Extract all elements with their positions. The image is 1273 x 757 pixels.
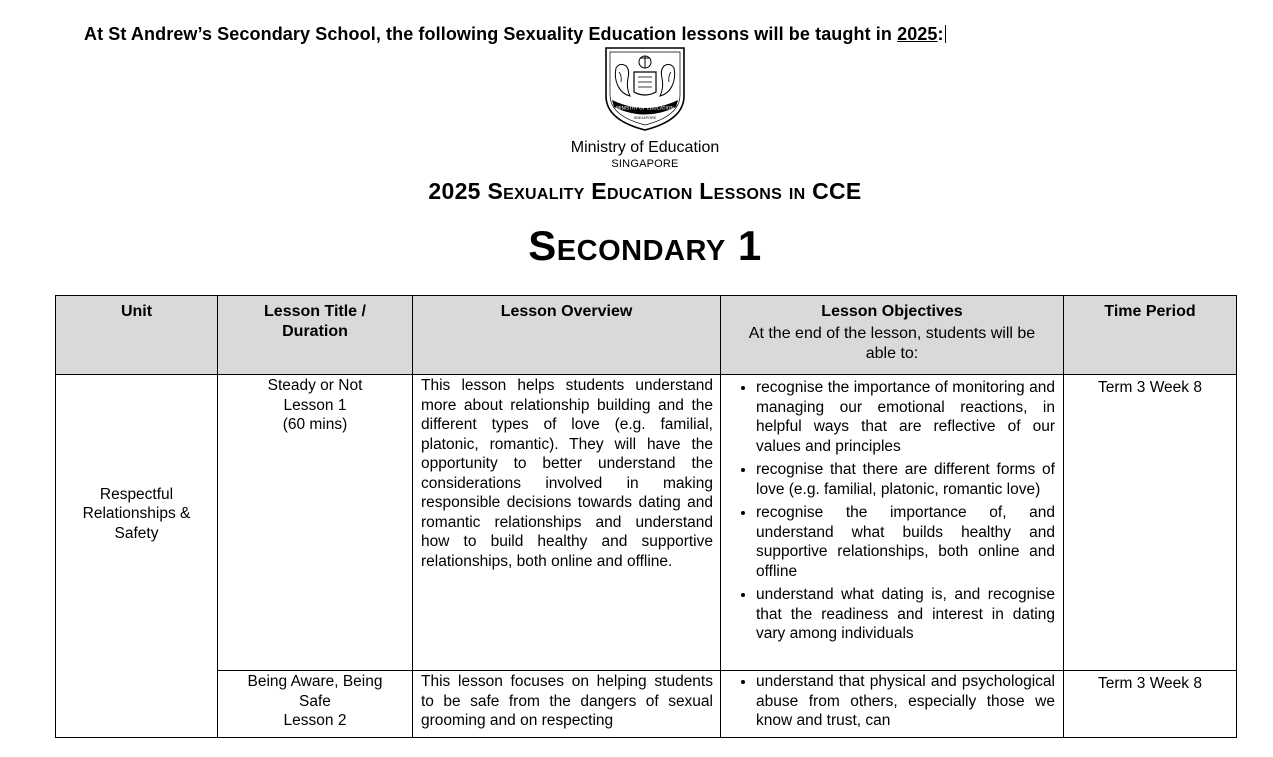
- unit-cell: Respectful Relationships & Safety: [55, 374, 218, 738]
- lesson-title-cell: Being Aware, Being Safe Lesson 2: [217, 670, 413, 738]
- lesson-objectives-cell: recognise the importance of monitoring a…: [720, 374, 1064, 671]
- level-title: Secondary 1: [528, 222, 762, 269]
- document-title: 2025 Sexuality Education Lessons in CCE: [428, 178, 862, 204]
- crest-country: SINGAPORE: [634, 115, 657, 120]
- objective-item: understand that physical and psychologic…: [756, 672, 1055, 731]
- header-objectives-sub: At the end of the lesson, students will …: [748, 325, 1036, 362]
- lesson-duration-line: (60 mins): [282, 416, 348, 433]
- time-period-cell: Term 3 Week 8: [1063, 670, 1237, 738]
- table-row: Being Aware, Being Safe Lesson 2 This le…: [56, 670, 1237, 738]
- intro-statement: At St Andrew’s Secondary School, the fol…: [84, 24, 946, 45]
- header-objectives: Lesson Objectives At the end of the lesso…: [720, 295, 1064, 375]
- ministry-crest-logo: MINISTRY OF EDUCATION SINGAPORE: [605, 47, 685, 131]
- header-lesson-title: Lesson Title / Duration: [217, 295, 413, 375]
- lesson-overview-cell: This lesson focuses on helping students …: [412, 670, 721, 738]
- objective-item: recognise the importance of, and underst…: [756, 503, 1055, 581]
- table-row: Respectful Relationships & Safety Steady…: [55, 374, 1237, 738]
- intro-suffix: :: [937, 24, 944, 44]
- text-caret: [944, 25, 946, 43]
- unit-label: Respectful Relationships & Safety: [82, 485, 191, 542]
- crest-motto: MINISTRY OF EDUCATION: [616, 106, 674, 112]
- objectives-list: understand that physical and psychologic…: [721, 671, 1063, 731]
- ministry-country: SINGAPORE: [611, 158, 679, 170]
- time-period-cell: Term 3 Week 8: [1063, 374, 1237, 671]
- objective-item: understand what dating is, and recognise…: [756, 585, 1055, 644]
- intro-prefix: At St Andrew’s Secondary School, the fol…: [84, 24, 898, 44]
- table-header-row: Unit Lesson Title / Duration Lesson Over…: [55, 295, 1237, 375]
- lesson-overview-text: This lesson focuses on helping students …: [421, 673, 713, 729]
- intro-year: 2025: [897, 24, 938, 44]
- lesson-number-line: Lesson 2: [283, 712, 347, 729]
- lesson-title-line: Being Aware, Being Safe: [247, 673, 383, 710]
- lesson-title-cell: Steady or Not Lesson 1 (60 mins): [217, 374, 413, 671]
- lesson-objectives-cell: understand that physical and psychologic…: [720, 670, 1064, 738]
- objective-item: recognise that there are different forms…: [756, 460, 1055, 499]
- header-time-period: Time Period: [1063, 295, 1237, 375]
- lesson-number-line: Lesson 1: [283, 396, 347, 414]
- objective-item: recognise the importance of monitoring a…: [756, 378, 1055, 456]
- header-overview: Lesson Overview: [412, 295, 721, 375]
- objectives-list: recognise the importance of monitoring a…: [721, 375, 1063, 644]
- lessons-table: Unit Lesson Title / Duration Lesson Over…: [55, 295, 1237, 738]
- header-unit: Unit: [55, 295, 218, 375]
- lesson-overview-cell: This lesson helps students understand mo…: [412, 374, 721, 671]
- ministry-name: Ministry of Education: [570, 139, 720, 156]
- lesson-title-line: Steady or Not: [267, 377, 363, 394]
